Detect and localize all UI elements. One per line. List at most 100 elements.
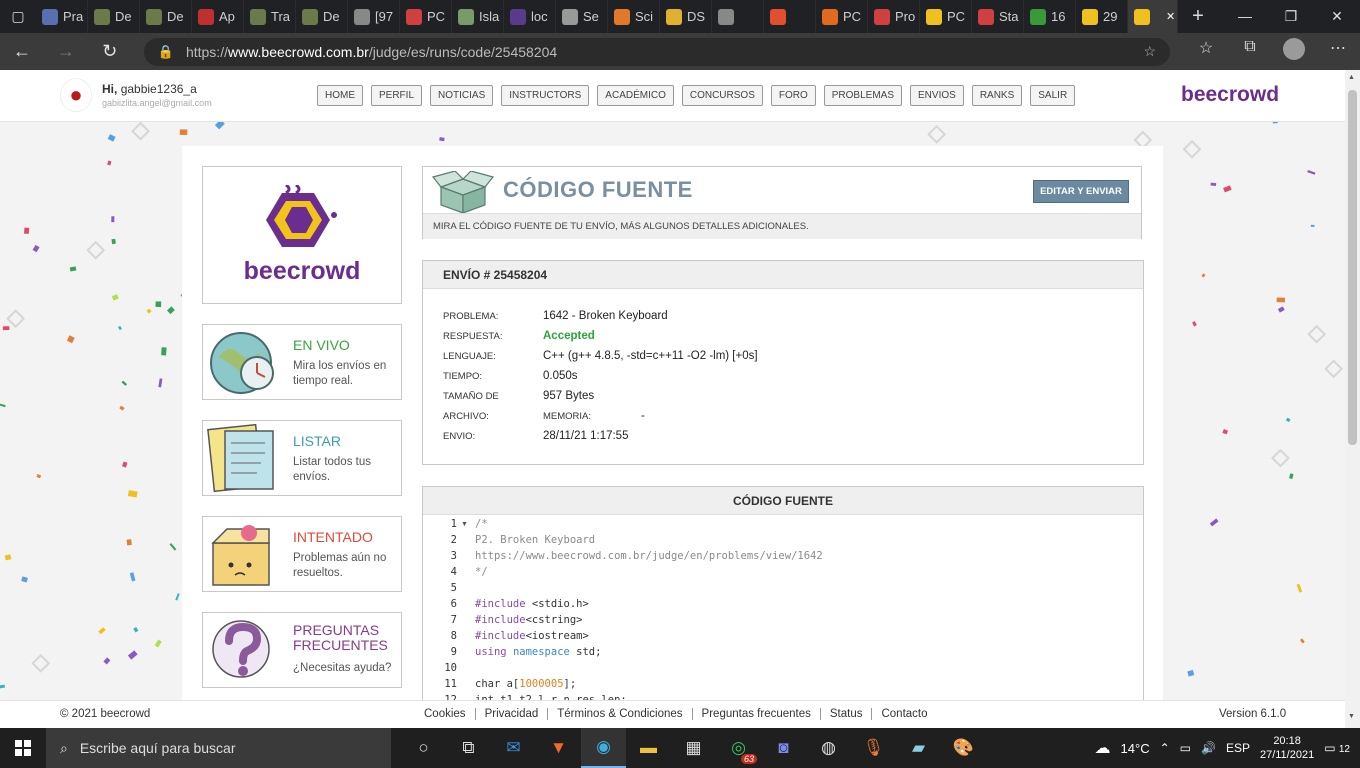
tab-actions-icon[interactable]: ▢ (0, 0, 36, 33)
footer-link[interactable]: Contacto (872, 708, 936, 720)
browser-tab[interactable]: Ap (192, 0, 244, 33)
footer-link[interactable]: Preguntas frecuentes (693, 708, 821, 720)
fold-toggle-icon[interactable]: ▼ (461, 521, 468, 528)
user-avatar[interactable]: ● (60, 78, 92, 112)
browser-tab[interactable]: ✕ (1128, 0, 1178, 33)
store-icon[interactable]: ▦ (671, 728, 716, 768)
restore-icon[interactable]: ❐ (1268, 8, 1314, 25)
scroll-up-icon[interactable]: ▲ (1348, 74, 1355, 81)
browser-tab[interactable]: DS (660, 0, 712, 33)
username[interactable]: gabbie1236_a (121, 82, 197, 96)
nav-salir[interactable]: SALIR (1030, 85, 1076, 106)
card-listar[interactable]: LISTAR Listar todos tus envíos. (202, 420, 402, 496)
nav-perfil[interactable]: PERFIL (371, 85, 423, 106)
podcast-icon[interactable]: 🎙 (851, 728, 896, 768)
taskbar-search-input[interactable]: ⌕ Escribe aquí para buscar (46, 728, 391, 768)
browser-tab[interactable]: Sta (972, 0, 1024, 33)
windows-start-icon[interactable] (0, 728, 46, 768)
code-line[interactable]: #include<iostream> (475, 628, 589, 644)
edge-icon[interactable]: ◉ (581, 728, 626, 768)
profile-icon[interactable] (1272, 38, 1316, 65)
scroll-down-icon[interactable]: ▼ (1348, 713, 1355, 720)
browser-tab[interactable]: De (88, 0, 140, 33)
edit-and-submit-button[interactable]: EDITAR Y ENVIAR (1033, 180, 1129, 203)
notes-icon[interactable]: ▰ (896, 728, 941, 768)
nav-problemas[interactable]: PROBLEMAS (823, 85, 903, 106)
footer-link[interactable]: Privacidad (476, 708, 549, 720)
problem-link[interactable]: 1642 - Broken Keyboard (543, 310, 668, 322)
code-line[interactable]: int t1,t2,l,r,n,res,len; (475, 692, 627, 700)
more-menu-icon[interactable]: ⋯ (1316, 38, 1360, 65)
nav-concursos[interactable]: CONCURSOS (681, 85, 763, 106)
code-line[interactable]: /* (475, 516, 488, 532)
mail-icon[interactable]: ✉ (491, 728, 536, 768)
code-line[interactable]: #include <stdio.h> (475, 596, 589, 612)
browser-tab[interactable]: Pra (36, 0, 88, 33)
card-intentado[interactable]: INTENTADO Problemas aún no resueltos. (202, 516, 402, 592)
code-line[interactable]: P2. Broken Keyboard (475, 532, 595, 548)
paint-icon[interactable]: 🎨 (941, 728, 986, 768)
code-line[interactable]: #include<cstring> (475, 612, 582, 628)
show-hidden-icons[interactable]: ⌃ (1160, 741, 1170, 755)
nav-instructors[interactable]: INSTRUCTORS (501, 85, 590, 106)
nav-envios[interactable]: ENVIOS (910, 85, 964, 106)
nav-foro[interactable]: FORO (770, 85, 816, 106)
scrollbar-thumb[interactable] (1348, 90, 1357, 445)
weather-icon[interactable]: ☁ (1095, 738, 1111, 758)
clock[interactable]: 20:18 27/11/2021 (1260, 734, 1314, 762)
page-scrollbar[interactable]: ▲ ▼ (1345, 70, 1360, 728)
task-view-icon[interactable]: ⧉ (446, 728, 491, 768)
browser-tab[interactable]: Se (556, 0, 608, 33)
temperature[interactable]: 14°C (1121, 741, 1150, 756)
discord-icon[interactable]: ◙ (761, 728, 806, 768)
browser-tab[interactable]: PC (920, 0, 972, 33)
browser-tab[interactable]: PC (400, 0, 452, 33)
code-line[interactable]: */ (475, 564, 488, 580)
browser-tab[interactable]: Tra (244, 0, 296, 33)
cortana-icon[interactable]: ○ (401, 728, 446, 768)
browser-tab[interactable] (764, 0, 816, 33)
browser-tab[interactable]: Pro (868, 0, 920, 33)
add-favorite-icon[interactable]: ☆ (1143, 43, 1156, 60)
card-en-vivo[interactable]: EN VIVO Mira los envíos en tiempo real. (202, 324, 402, 400)
card-preguntas-frecuentes[interactable]: PREGUNTAS FRECUENTES ¿Necesitas ayuda? (202, 612, 402, 688)
browser-tab[interactable]: Sci (608, 0, 660, 33)
browser-tab[interactable] (712, 0, 764, 33)
nav-acadmico[interactable]: ACADÉMICO (597, 85, 674, 106)
code-line[interactable]: https://www.beecrowd.com.br/judge/en/pro… (475, 548, 823, 564)
new-tab-button[interactable]: + (1178, 5, 1218, 28)
volume-icon[interactable]: 🔊 (1201, 741, 1216, 755)
footer-link[interactable]: Status (821, 708, 873, 720)
back-icon[interactable]: ← (0, 41, 44, 62)
beecrowd-logo-card[interactable]: beecrowd (202, 166, 402, 304)
browser-tab[interactable]: loc (504, 0, 556, 33)
browser-tab[interactable]: De (140, 0, 192, 33)
footer-link[interactable]: Cookies (424, 708, 476, 720)
close-tab-icon[interactable]: ✕ (1166, 10, 1175, 23)
steam-icon[interactable]: ◍ (806, 728, 851, 768)
network-icon[interactable]: ▭ (1180, 741, 1191, 755)
file-explorer-icon[interactable]: ▬ (626, 728, 671, 768)
browser-tab[interactable]: De (296, 0, 348, 33)
browser-tab[interactable]: Isla (452, 0, 504, 33)
whatsapp-icon[interactable]: ◎ 63 (716, 728, 761, 768)
nav-home[interactable]: HOME (317, 85, 363, 106)
notification-center-icon[interactable]: ▭ 12 (1324, 741, 1350, 755)
browser-tab[interactable]: [97 (348, 0, 400, 33)
code-line[interactable]: using namespace std; (475, 644, 601, 660)
browser-tab[interactable]: PC (816, 0, 868, 33)
collections-icon[interactable]: ⧉ (1228, 38, 1272, 65)
favorites-icon[interactable]: ☆ (1184, 38, 1228, 65)
code-line[interactable]: char a[1000005]; (475, 676, 576, 692)
close-window-icon[interactable]: ✕ (1314, 8, 1360, 25)
browser-tab[interactable]: 29 (1076, 0, 1128, 33)
nav-ranks[interactable]: RANKS (971, 85, 1023, 106)
footer-link[interactable]: Términos & Condiciones (548, 708, 693, 720)
address-bar[interactable]: 🔒 https://www.beecrowd.com.br/judge/es/r… (143, 37, 1170, 66)
minimize-icon[interactable]: — (1222, 8, 1268, 25)
brand-logo[interactable]: beecrowd (1181, 83, 1279, 107)
refresh-icon[interactable]: ↻ (88, 41, 132, 62)
forward-icon[interactable]: → (44, 41, 88, 62)
nav-noticias[interactable]: NOTICIAS (430, 85, 494, 106)
brave-icon[interactable]: ▼ (536, 728, 581, 768)
